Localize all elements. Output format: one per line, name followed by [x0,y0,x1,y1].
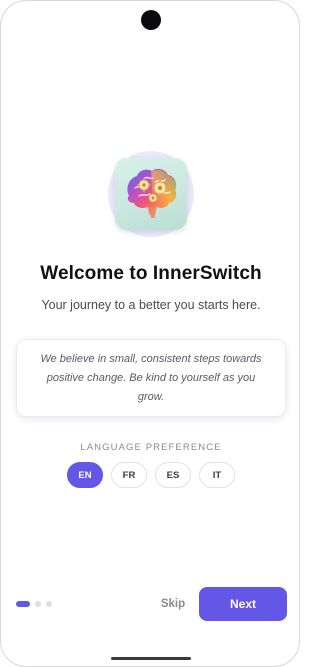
language-preference-label: LANGUAGE PREFERENCE [80,442,222,453]
welcome-subtitle: Your journey to a better you starts here… [41,298,261,312]
language-option-it[interactable]: IT [199,462,235,488]
page-dot [46,601,52,607]
quote-text: We believe in small, consistent steps to… [40,352,262,403]
welcome-title: Welcome to InnerSwitch [40,263,262,284]
page-dot-active [16,601,30,607]
next-button[interactable]: Next [199,587,287,621]
brain-gears-logo-icon [115,158,187,230]
language-option-es[interactable]: ES [155,462,191,488]
page-indicator [16,601,52,607]
page-dot [35,601,41,607]
front-camera [141,10,161,30]
phone-screen: Welcome to InnerSwitch Your journey to a… [0,0,300,667]
home-indicator[interactable] [111,657,191,660]
language-selector: EN FR ES IT [67,462,235,488]
skip-button[interactable]: Skip [156,594,190,614]
quote-card: We believe in small, consistent steps to… [16,339,286,417]
language-option-fr[interactable]: FR [111,462,147,488]
language-option-en[interactable]: EN [67,462,103,488]
